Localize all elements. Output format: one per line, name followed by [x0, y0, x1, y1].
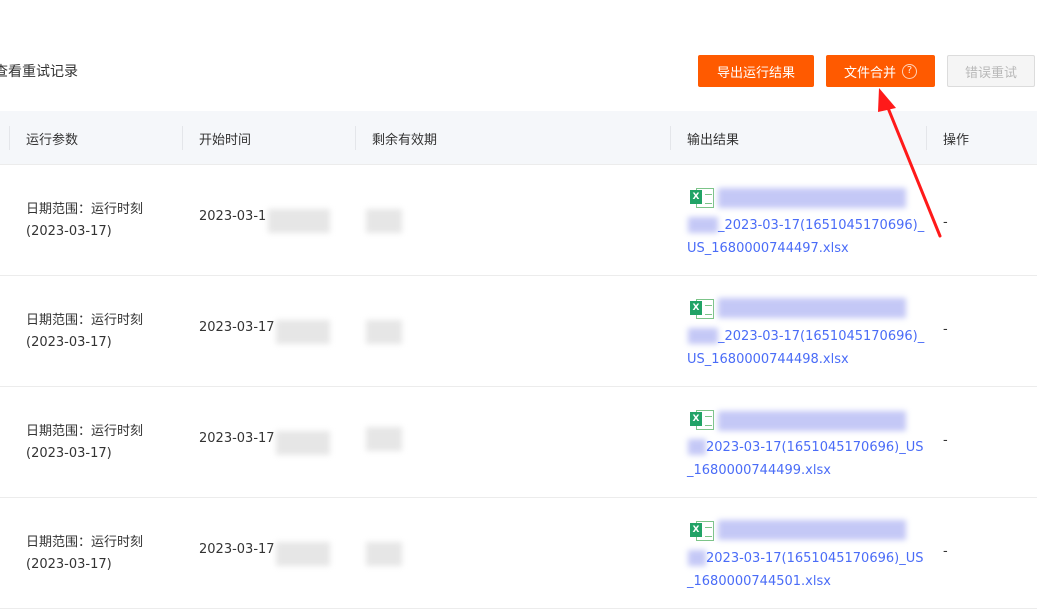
table-row: 日期范围：运行时刻 (2023-03-17) 2023-03-1 X _2023… — [0, 165, 1037, 276]
redacted-blur — [718, 520, 906, 540]
params-date: (2023-03-17) — [26, 557, 112, 572]
output-file-link[interactable]: US_1680000744497.xlsx — [687, 238, 849, 260]
redacted-blur — [688, 439, 706, 455]
excel-file-icon: X — [690, 187, 716, 209]
file-merge-button[interactable]: 文件合并 ? — [826, 55, 935, 87]
output-file-link[interactable]: US_1680000744498.xlsx — [687, 349, 849, 371]
excel-file-icon: X — [690, 298, 716, 320]
params-date: (2023-03-17) — [26, 335, 112, 350]
redacted-blur — [276, 431, 330, 455]
params-line: 日期范围：运行时刻 — [26, 202, 144, 217]
output-file-link[interactable]: 2023-03-17(1651045170696)_US — [706, 548, 923, 570]
redacted-blur — [688, 328, 718, 344]
output-file-link[interactable]: 2023-03-17(1651045170696)_US — [706, 437, 923, 459]
redacted-blur — [276, 320, 330, 344]
excel-file-icon: X — [690, 409, 716, 431]
operation-cell: - — [943, 215, 948, 230]
redacted-blur — [276, 542, 330, 566]
retry-errors-button[interactable]: 错误重试 — [947, 55, 1035, 87]
run-params-cell: 日期范围：运行时刻 (2023-03-17) — [26, 421, 143, 465]
start-time-cell: 2023-03-17 — [199, 431, 275, 446]
redacted-blur — [366, 209, 402, 233]
redacted-blur — [268, 209, 330, 233]
params-line: 日期范围：运行时刻 — [26, 535, 144, 550]
column-divider — [926, 126, 927, 150]
output-file-link[interactable]: _2023-03-17(1651045170696)_ — [718, 326, 924, 348]
column-header-output: 输出结果 — [687, 132, 740, 148]
table-row: 日期范围：运行时刻 (2023-03-17) 2023-03-17 X 2023… — [0, 387, 1037, 498]
params-line: 日期范围：运行时刻 — [26, 313, 144, 328]
redacted-blur — [718, 411, 906, 431]
params-date: (2023-03-17) — [26, 446, 112, 461]
run-params-cell: 日期范围：运行时刻 (2023-03-17) — [26, 310, 143, 354]
column-divider — [670, 126, 671, 150]
run-params-cell: 日期范围：运行时刻 (2023-03-17) — [26, 532, 143, 576]
operation-cell: - — [943, 433, 948, 448]
column-header-params: 运行参数 — [26, 132, 79, 148]
redacted-blur — [718, 188, 906, 208]
start-time-cell: 2023-03-17 — [199, 542, 275, 557]
export-results-button[interactable]: 导出运行结果 — [698, 55, 814, 87]
operation-cell: - — [943, 544, 948, 559]
column-divider — [355, 126, 356, 150]
column-header-actions: 操作 — [943, 132, 970, 148]
redacted-blur — [366, 427, 402, 451]
question-circle-icon[interactable]: ? — [902, 63, 917, 79]
table-row: 日期范围：运行时刻 (2023-03-17) 2023-03-17 X _202… — [0, 276, 1037, 387]
export-results-label: 导出运行结果 — [716, 65, 795, 81]
output-file-link[interactable]: _2023-03-17(1651045170696)_ — [718, 215, 924, 237]
file-merge-label: 文件合并 — [843, 65, 896, 81]
redacted-blur — [688, 217, 718, 233]
params-date: (2023-03-17) — [26, 224, 112, 239]
params-line: 日期范围：运行时刻 — [26, 424, 144, 439]
output-file-link[interactable]: _1680000744499.xlsx — [687, 460, 831, 482]
table-row: 日期范围：运行时刻 (2023-03-17) 2023-03-17 X 2023… — [0, 498, 1037, 609]
column-header-start-time: 开始时间 — [199, 132, 252, 148]
excel-file-icon: X — [690, 520, 716, 542]
start-time-cell: 2023-03-1 — [199, 209, 267, 224]
redacted-blur — [366, 542, 402, 566]
output-file-link[interactable]: _1680000744501.xlsx — [687, 571, 831, 593]
column-header-remaining-validity: 剩余有效期 — [372, 132, 438, 148]
retry-errors-label: 错误重试 — [964, 65, 1017, 81]
run-params-cell: 日期范围：运行时刻 (2023-03-17) — [26, 199, 143, 243]
start-time-cell: 2023-03-17 — [199, 320, 275, 335]
operation-cell: - — [943, 322, 948, 337]
retry-records-link[interactable]: 查看重试记录 — [0, 61, 78, 81]
table-header: 运行参数 开始时间 剩余有效期 输出结果 操作 — [0, 111, 1037, 165]
redacted-blur — [718, 298, 906, 318]
redacted-blur — [366, 320, 402, 344]
redacted-blur — [688, 550, 706, 566]
column-divider — [182, 126, 183, 150]
column-divider — [9, 126, 10, 150]
